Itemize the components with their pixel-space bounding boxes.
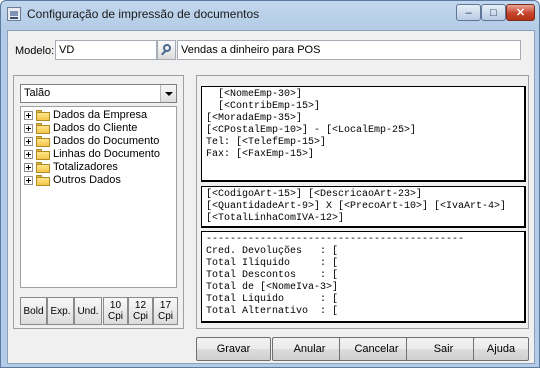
doc-line: Fax: [<FaxEmp-15>] <box>206 149 315 160</box>
tree-item-label: Dados do Cliente <box>53 122 138 134</box>
cpi-17-button-label: 17 Cpi <box>157 300 173 322</box>
sair-button[interactable]: Sair <box>406 337 481 361</box>
layout-select-value: Talão <box>24 87 51 99</box>
tree-item-label: Dados da Empresa <box>53 109 148 121</box>
maximize-icon: □ <box>490 6 497 19</box>
doc-line: [<CodigoArt-15>] [<DescricaoArt-23>] <box>206 189 423 200</box>
folder-icon <box>36 149 50 160</box>
doc-line: [<NomeEmp-30>] <box>206 89 303 100</box>
document-preview-panel: [<NomeEmp-30>] [<ContribEmp-15>] [<Morada… <box>196 75 529 329</box>
doc-line: [<QuantidadeArt-9>] X [<PrecoArt-10>] [<… <box>206 201 507 212</box>
expand-icon[interactable] <box>24 124 33 133</box>
tree-item-label: Linhas do Documento <box>53 148 161 160</box>
folder-icon <box>36 175 50 186</box>
folder-icon <box>36 110 50 121</box>
cpi-12-button[interactable]: 12 Cpi <box>128 297 153 325</box>
tree-item-label: Outros Dados <box>53 174 121 186</box>
folder-icon <box>36 162 50 173</box>
folder-icon <box>36 123 50 134</box>
tree-item-linhas-documento[interactable]: Linhas do Documento <box>21 148 176 161</box>
main-window: Configuração de impressão de documentos … <box>0 0 540 368</box>
layout-select[interactable]: Talão <box>20 84 177 103</box>
bold-button[interactable]: Bold <box>20 297 47 325</box>
doc-line: [<MoradaEmp-35>] <box>206 113 303 124</box>
expand-icon[interactable] <box>24 163 33 172</box>
tree-item-label: Totalizadores <box>53 161 118 173</box>
close-button[interactable]: ✕ <box>506 4 535 21</box>
lookup-button[interactable] <box>157 40 176 60</box>
doc-line: Total Alternativo : [ <box>206 306 339 317</box>
tree-item-dados-cliente[interactable]: Dados do Cliente <box>21 122 176 135</box>
minimize-icon: – <box>465 6 472 19</box>
fields-tree: Dados da Empresa Dados do Cliente Dados … <box>20 106 177 288</box>
document-lines-section[interactable]: [<CodigoArt-15>] [<DescricaoArt-23>] [<Qu… <box>201 186 526 228</box>
doc-line: Total Liquido : [ <box>206 294 339 305</box>
doc-line: [<TotalLinhaComIVA-12>] <box>206 213 345 224</box>
window-title: Configuração de impressão de documentos <box>27 7 260 21</box>
search-icon-handle <box>161 50 166 56</box>
tree-item-label: Dados do Documento <box>53 135 160 147</box>
cpi-10-button[interactable]: 10 Cpi <box>103 297 128 325</box>
expand-icon[interactable] <box>24 150 33 159</box>
tree-item-outros-dados[interactable]: Outros Dados <box>21 174 176 187</box>
modelo-label: Modelo: <box>15 45 55 57</box>
close-icon: ✕ <box>515 7 526 19</box>
anular-button[interactable]: Anular <box>272 337 347 361</box>
title-bar[interactable]: Configuração de impressão de documentos … <box>1 1 539 27</box>
doc-line: ----------------------------------------… <box>206 234 465 245</box>
doc-line: Tel: [<TelefEmp-15>] <box>206 137 327 148</box>
gravar-button[interactable]: Gravar <box>196 337 271 361</box>
fields-panel: Talão Dados da Empresa Dados do Cliente <box>13 75 184 329</box>
doc-line: [<CPostalEmp-10>] - [<LocalEmp-25>] <box>206 125 417 136</box>
expanded-button[interactable]: Exp. <box>47 297 74 325</box>
cpi-10-button-label: 10 Cpi <box>107 300 123 322</box>
expand-icon[interactable] <box>24 137 33 146</box>
underline-button-label: Und. <box>77 305 99 317</box>
ajuda-button[interactable]: Ajuda <box>473 337 529 361</box>
bold-button-label: Bold <box>23 305 44 317</box>
chevron-down-icon[interactable] <box>160 85 176 102</box>
cpi-17-button[interactable]: 17 Cpi <box>153 297 178 325</box>
doc-line: Cred. Devoluções : [ <box>206 246 339 257</box>
tree-item-dados-documento[interactable]: Dados do Documento <box>21 135 176 148</box>
minimize-button[interactable]: – <box>456 4 481 21</box>
modelo-code-input[interactable]: VD <box>55 40 157 60</box>
cancelar-button[interactable]: Cancelar <box>339 337 414 361</box>
tree-item-dados-empresa[interactable]: Dados da Empresa <box>21 109 176 122</box>
client-area: Modelo: VD Vendas a dinheiro para POS Ta… <box>7 30 535 364</box>
expand-icon[interactable] <box>24 176 33 185</box>
cpi-12-button-label: 12 Cpi <box>132 300 148 322</box>
maximize-button[interactable]: □ <box>481 4 506 21</box>
doc-line: [<ContribEmp-15>] <box>206 101 321 112</box>
document-footer-section[interactable]: ----------------------------------------… <box>201 231 526 323</box>
expand-icon[interactable] <box>24 111 33 120</box>
folder-icon <box>36 136 50 147</box>
document-header-section[interactable]: [<NomeEmp-30>] [<ContribEmp-15>] [<Morada… <box>201 86 526 182</box>
modelo-description-input[interactable]: Vendas a dinheiro para POS <box>177 40 521 60</box>
doc-line: Total de [<NomeIva-3>] <box>206 282 339 293</box>
tree-item-totalizadores[interactable]: Totalizadores <box>21 161 176 174</box>
doc-line: Total Descontos : [ <box>206 270 339 281</box>
expanded-button-label: Exp. <box>50 305 71 317</box>
app-icon <box>7 7 21 21</box>
doc-line: Total Ilíquido : [ <box>206 258 339 269</box>
underline-button[interactable]: Und. <box>74 297 102 325</box>
